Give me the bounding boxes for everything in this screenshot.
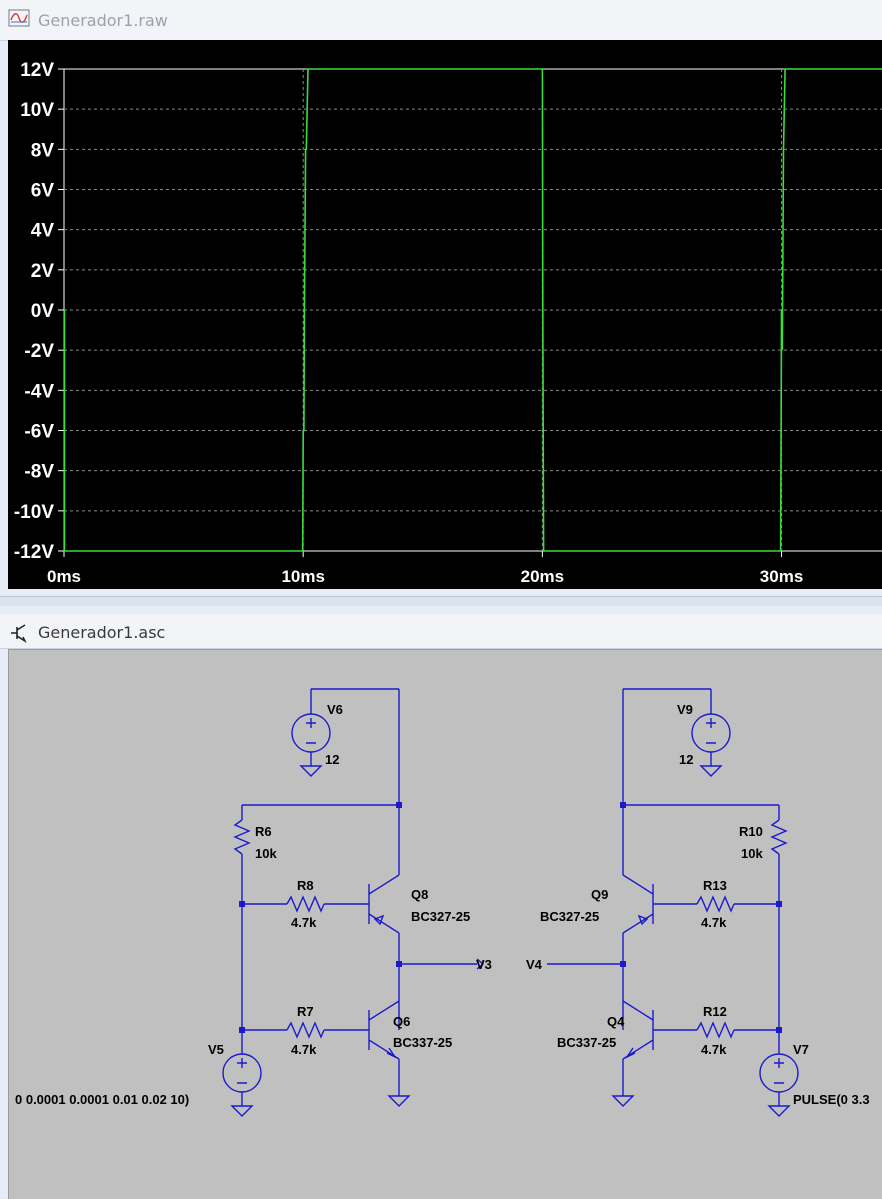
resistor-r10[interactable] bbox=[770, 805, 788, 1054]
y-tick-label: 12V bbox=[20, 60, 54, 81]
q4-name: Q4 bbox=[607, 1014, 625, 1029]
transistor-q8[interactable] bbox=[368, 805, 400, 1030]
waveform-plot[interactable]: 12V 10V 8V 6V 4V 2V 0V -2V -4V -6V -8V -10V -12V 0ms… bbox=[8, 40, 882, 589]
r10-value: 10k bbox=[741, 846, 763, 861]
v5-value: 0 0.0001 0.0001 0.01 0.02 10) bbox=[15, 1092, 189, 1107]
resistor-r13[interactable] bbox=[653, 895, 779, 913]
q8-name: Q8 bbox=[411, 887, 428, 902]
voltage-source-v5[interactable] bbox=[222, 1030, 262, 1117]
y-tick-label: 0V bbox=[31, 301, 55, 322]
net-label-v4: V4 bbox=[526, 957, 543, 972]
waveform-window-titlebar[interactable]: Generador1.raw bbox=[0, 0, 882, 41]
q9-model: BC327-25 bbox=[540, 909, 599, 924]
waveform-window-title: Generador1.raw bbox=[38, 11, 168, 30]
v9-value: 12 bbox=[679, 752, 693, 767]
y-tick-label: -10V bbox=[14, 502, 54, 523]
y-tick-label: -8V bbox=[24, 462, 54, 483]
x-tick-label: 30ms bbox=[760, 567, 803, 586]
y-tick-label: 6V bbox=[31, 181, 55, 202]
x-tick-label: 10ms bbox=[281, 567, 324, 586]
transistor-q9[interactable] bbox=[622, 805, 654, 1030]
waveform-icon bbox=[8, 9, 30, 27]
y-tick-label: 4V bbox=[31, 221, 55, 242]
voltage-source-v6[interactable] bbox=[291, 688, 399, 777]
x-tick-label: 0ms bbox=[47, 567, 81, 586]
r7-name: R7 bbox=[297, 1004, 314, 1019]
schematic-window-title: Generador1.asc bbox=[38, 623, 166, 642]
v6-value: 12 bbox=[325, 752, 339, 767]
net-label-v3: V3 bbox=[476, 957, 492, 972]
q4-model: BC337-25 bbox=[557, 1035, 616, 1050]
v5-name: V5 bbox=[208, 1042, 224, 1057]
schematic-window-titlebar[interactable]: Generador1.asc bbox=[0, 614, 882, 649]
r7-value: 4.7k bbox=[291, 1042, 317, 1057]
y-tick-label: -6V bbox=[24, 422, 54, 443]
v9-name: V9 bbox=[677, 702, 693, 717]
r12-name: R12 bbox=[703, 1004, 727, 1019]
q6-model: BC337-25 bbox=[393, 1035, 452, 1050]
r8-name: R8 bbox=[297, 878, 314, 893]
schematic-drawing[interactable]: V6 12 R6 10k R8 4.7k Q8 BC327-25 V3 R7 4… bbox=[9, 650, 882, 1199]
waveform-window: Generador1.raw 12V 10V 8V 6V 4V 2V 0V -2V -4V -6V… bbox=[0, 0, 882, 596]
y-tick-label: 2V bbox=[31, 261, 55, 282]
y-tick-label: -4V bbox=[24, 381, 54, 402]
resistor-r12[interactable] bbox=[653, 1021, 779, 1039]
waveform-chart[interactable]: 12V 10V 8V 6V 4V 2V 0V -2V -4V -6V -8V -10V -12V 0ms… bbox=[8, 40, 882, 589]
x-tick-label: 20ms bbox=[521, 567, 564, 586]
r6-name: R6 bbox=[255, 824, 272, 839]
q9-name: Q9 bbox=[591, 887, 608, 902]
r13-value: 4.7k bbox=[701, 915, 727, 930]
q6-name: Q6 bbox=[393, 1014, 410, 1029]
r8-value: 4.7k bbox=[291, 915, 317, 930]
resistor-r8[interactable] bbox=[242, 895, 369, 913]
resistor-r6[interactable] bbox=[233, 805, 251, 1030]
y-tick-label: -2V bbox=[24, 341, 54, 362]
r12-value: 4.7k bbox=[701, 1042, 727, 1057]
y-tick-label: 10V bbox=[20, 100, 54, 121]
resistor-r7[interactable] bbox=[242, 1021, 369, 1039]
v7-name: V7 bbox=[793, 1042, 809, 1057]
q8-model: BC327-25 bbox=[411, 909, 470, 924]
schematic-canvas[interactable]: V6 12 R6 10k R8 4.7k Q8 BC327-25 V3 R7 4… bbox=[8, 649, 882, 1199]
v7-value: PULSE(0 3.3 bbox=[793, 1092, 870, 1107]
r10-name: R10 bbox=[739, 824, 763, 839]
y-tick-label: -12V bbox=[14, 542, 54, 563]
v6-name: V6 bbox=[327, 702, 343, 717]
r6-value: 10k bbox=[255, 846, 277, 861]
y-tick-label: 8V bbox=[31, 140, 55, 161]
transistor-icon bbox=[11, 624, 27, 644]
r13-name: R13 bbox=[703, 878, 727, 893]
